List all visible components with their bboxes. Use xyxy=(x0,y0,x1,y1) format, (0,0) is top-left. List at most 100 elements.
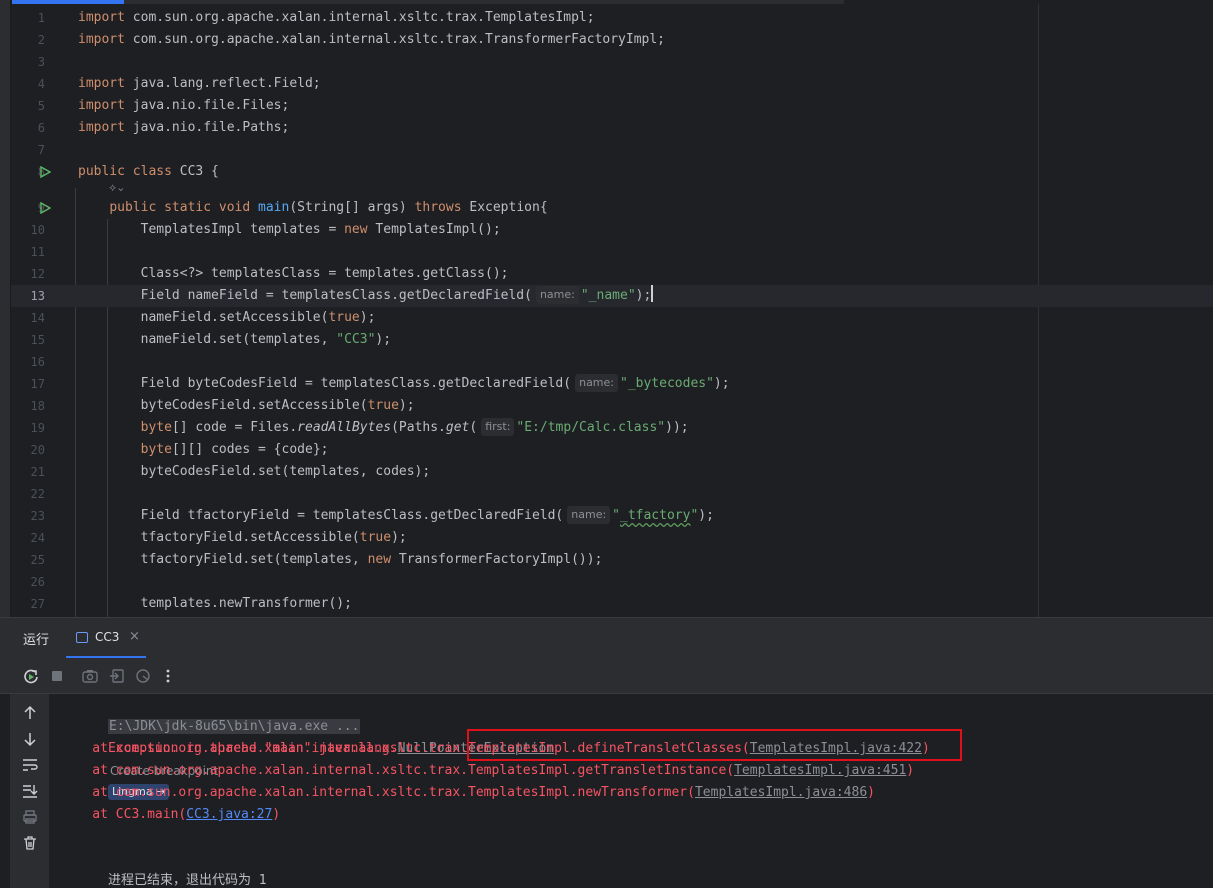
line-number[interactable]: 22 xyxy=(11,483,45,505)
code-token: byte xyxy=(140,442,172,457)
line-number[interactable]: 15 xyxy=(11,329,45,351)
code-line[interactable]: 5 import java.nio.file.Files; xyxy=(11,95,1213,117)
code-token: _tfactory xyxy=(620,508,691,523)
line-number[interactable]: 21 xyxy=(11,461,45,483)
code-line[interactable]: 18 byteCodesField.setAccessible(true); xyxy=(11,395,1213,417)
code-line[interactable]: 6 import java.nio.file.Paths; xyxy=(11,117,1213,139)
line-number[interactable]: 12 xyxy=(11,263,45,285)
down-arrow-icon[interactable] xyxy=(21,730,39,748)
console-output[interactable]: E:\JDK\jdk-8u65\bin\java.exe ... Excepti… xyxy=(49,694,1213,888)
rerun-icon[interactable] xyxy=(22,667,40,685)
print-icon[interactable] xyxy=(21,808,39,826)
line-number[interactable]: 16 xyxy=(11,351,45,373)
line-number[interactable]: 11 xyxy=(11,241,45,263)
code-token: import xyxy=(78,98,125,113)
camera-icon[interactable] xyxy=(81,667,99,685)
line-number[interactable]: 25 xyxy=(11,549,45,571)
line-number[interactable]: 1 xyxy=(11,7,45,29)
scroll-to-end-icon[interactable] xyxy=(21,782,39,800)
code-text: import java.nio.file.Paths; xyxy=(78,117,289,139)
code-editor[interactable]: 1 import com.sun.org.apache.xalan.interna… xyxy=(0,0,1213,617)
line-number[interactable]: 4 xyxy=(11,73,45,95)
code-line[interactable]: 24 tfactoryField.setAccessible(true); xyxy=(11,527,1213,549)
code-line[interactable]: 21 byteCodesField.set(templates, codes); xyxy=(11,461,1213,483)
run-gutter-icon[interactable] xyxy=(40,166,51,178)
code-line[interactable]: 12 Class<?> templatesClass = templates.g… xyxy=(11,263,1213,285)
code-token: nameField.setAccessible( xyxy=(78,310,329,325)
code-text: byte[][] codes = {code}; xyxy=(78,439,329,461)
code-line[interactable]: 9 public static void main(String[] args)… xyxy=(11,197,1213,219)
parameter-hint: name: xyxy=(575,374,618,392)
coverage-icon[interactable] xyxy=(134,667,152,685)
code-line[interactable]: 4 import java.lang.reflect.Field; xyxy=(11,73,1213,95)
code-token: )); xyxy=(665,420,689,435)
line-number[interactable]: 20 xyxy=(11,439,45,461)
code-line[interactable]: 7 xyxy=(11,139,1213,161)
line-number[interactable]: 6 xyxy=(11,117,45,139)
code-line[interactable]: 20 byte[][] codes = {code}; xyxy=(11,439,1213,461)
code-line[interactable]: 26 xyxy=(11,571,1213,593)
code-token: ); xyxy=(698,508,714,523)
code-text: import java.nio.file.Files; xyxy=(78,95,289,117)
close-icon[interactable]: × xyxy=(129,629,140,644)
code-line[interactable]: 2 import com.sun.org.apache.xalan.interna… xyxy=(11,29,1213,51)
code-line[interactable]: 22 xyxy=(11,483,1213,505)
code-token: true xyxy=(328,310,360,325)
code-line[interactable]: 15 nameField.set(templates, "CC3"); xyxy=(11,329,1213,351)
code-line[interactable]: 11 xyxy=(11,241,1213,263)
code-line[interactable]: 19 byte[] code = Files.readAllBytes(Path… xyxy=(11,417,1213,439)
stop-icon[interactable] xyxy=(48,667,66,685)
code-line[interactable]: 1 import com.sun.org.apache.xalan.interna… xyxy=(11,7,1213,29)
code-token: import xyxy=(78,120,125,135)
code-token: ); xyxy=(398,398,415,413)
line-number[interactable]: 19 xyxy=(11,417,45,439)
stack-frame-close: ) xyxy=(906,763,915,778)
code-line[interactable]: 10 TemplatesImpl templates = new Templat… xyxy=(11,219,1213,241)
line-number[interactable]: 17 xyxy=(11,373,45,395)
code-token: byteCodesField.set(templates, codes); xyxy=(78,464,431,479)
trash-icon[interactable] xyxy=(21,834,39,852)
login-icon[interactable] xyxy=(108,667,126,685)
code-line[interactable]: 16 xyxy=(11,351,1213,373)
line-number[interactable]: 10 xyxy=(11,219,45,241)
code-line[interactable]: 23 Field tfactoryField = templatesClass.… xyxy=(11,505,1213,527)
code-token: java.nio.file.Files; xyxy=(124,98,290,113)
code-text: tfactoryField.setAccessible(true); xyxy=(78,527,407,549)
up-arrow-icon[interactable] xyxy=(21,704,39,722)
ai-assistant-icon[interactable]: ⟡⌄ xyxy=(109,181,126,195)
code-line[interactable]: 27 templates.newTransformer(); xyxy=(11,593,1213,615)
line-number[interactable]: 2 xyxy=(11,29,45,51)
source-link[interactable]: CC3.java:27 xyxy=(186,807,272,822)
line-number[interactable]: 5 xyxy=(11,95,45,117)
run-title: 运行 xyxy=(23,633,50,648)
code-token: com.sun.org.apache.xalan.internal.xsltc.… xyxy=(124,10,595,25)
line-number[interactable]: 13 xyxy=(11,285,45,307)
code-token: ); xyxy=(375,332,392,347)
code-line[interactable]: 3 xyxy=(11,51,1213,73)
code-line[interactable]: 17 Field byteCodesField = templatesClass… xyxy=(11,373,1213,395)
source-link[interactable]: TemplatesImpl.java:451 xyxy=(734,763,906,778)
code-text: tfactoryField.set(templates, new Transfo… xyxy=(78,549,603,571)
stack-frame-text: at com.sun.org.apache.xalan.internal.xsl… xyxy=(61,763,735,778)
line-number[interactable]: 26 xyxy=(11,571,45,593)
line-number[interactable]: 23 xyxy=(11,505,45,527)
source-link[interactable]: TemplatesImpl.java:486 xyxy=(695,785,867,800)
code-token: TemplatesImpl templates = xyxy=(78,222,345,237)
more-icon[interactable] xyxy=(159,667,177,685)
line-number[interactable]: 18 xyxy=(11,395,45,417)
soft-wrap-icon[interactable] xyxy=(21,756,39,774)
line-number[interactable]: 14 xyxy=(11,307,45,329)
code-line[interactable]: 8 public class CC3 { xyxy=(11,161,1213,183)
code-line[interactable]: 14 nameField.setAccessible(true); xyxy=(11,307,1213,329)
line-number[interactable]: 3 xyxy=(11,51,45,73)
code-line[interactable]: 13 Field nameField = templatesClass.getD… xyxy=(11,285,1213,307)
stack-frame: at com.sun.org.apache.xalan.internal.xsl… xyxy=(61,782,875,804)
code-line[interactable]: 25 tfactoryField.set(templates, new Tran… xyxy=(11,549,1213,571)
line-number[interactable]: 24 xyxy=(11,527,45,549)
run-tab-cc3[interactable]: CC3 × xyxy=(66,618,146,658)
line-number[interactable]: 27 xyxy=(11,593,45,615)
run-gutter-icon[interactable] xyxy=(40,202,51,214)
code-token: import xyxy=(78,10,125,25)
line-number[interactable]: 7 xyxy=(11,139,45,161)
